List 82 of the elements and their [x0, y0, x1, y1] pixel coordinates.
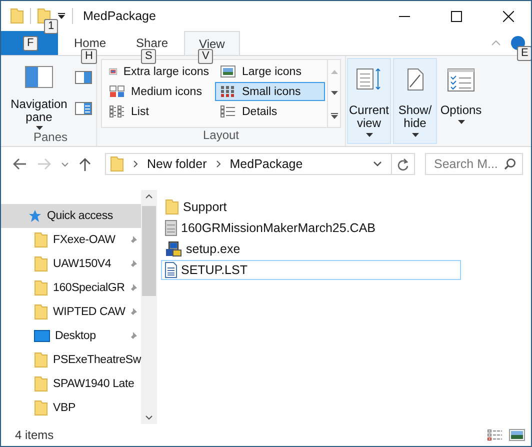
view-icon	[220, 85, 236, 98]
preview-pane-icon[interactable]	[75, 71, 92, 84]
caret-icon	[412, 133, 418, 137]
breadcrumb[interactable]: New folder	[147, 157, 207, 171]
navigation-pane-icon	[25, 66, 53, 88]
file-item[interactable]: Support	[161, 197, 461, 217]
scrollbar[interactable]	[141, 190, 157, 424]
caret-icon	[366, 133, 372, 137]
folder-icon	[34, 304, 48, 320]
ribbon-button[interactable]: Options	[439, 58, 483, 144]
back-icon[interactable]	[13, 158, 27, 170]
large-icons-view-icon[interactable]	[509, 429, 525, 441]
navigation-item[interactable]: Desktop	[1, 324, 141, 348]
caret-icon	[36, 126, 42, 130]
view-icon	[109, 105, 125, 118]
file-item[interactable]: 160GRMissionMakerMarch25.CAB	[161, 218, 461, 238]
key-tip: 1	[44, 19, 58, 34]
layout-option[interactable]: Large icons	[215, 62, 325, 81]
ribbon-button[interactable]: Show/ hide	[393, 58, 437, 144]
recent-locations-icon[interactable]	[61, 162, 69, 166]
navigation-item[interactable]: PSExeTheatreSw	[1, 348, 141, 372]
navigation-item[interactable]: 160SpecialGR	[1, 276, 141, 300]
folder-icon	[34, 256, 48, 272]
checklist-icon	[446, 67, 476, 93]
window-title: MedPackage	[83, 9, 156, 23]
expand-gallery-icon[interactable]	[330, 112, 338, 118]
layout-option[interactable]: List	[104, 102, 214, 121]
view-icon	[220, 65, 236, 78]
desktop-icon	[34, 330, 50, 342]
layout-option[interactable]: Small icons	[215, 82, 325, 101]
maximize-icon	[450, 10, 462, 22]
folder-icon	[110, 156, 124, 172]
folder-icon	[34, 280, 48, 296]
folder-icon	[34, 232, 48, 248]
details-view-icon[interactable]	[487, 429, 503, 441]
navigation-pane-button[interactable]: Navigation pane	[9, 59, 69, 130]
search-icon	[504, 158, 516, 170]
scroll-up-icon[interactable]	[145, 194, 153, 199]
folder-icon	[34, 352, 48, 368]
caret-icon	[458, 120, 464, 124]
key-tip: H	[81, 49, 97, 64]
key-tip: E	[517, 46, 531, 61]
navigation-item[interactable]: FXexe-OAW	[1, 228, 141, 252]
details-pane-icon[interactable]	[75, 102, 92, 115]
folder-icon	[10, 8, 24, 24]
scroll-down-icon[interactable]	[145, 415, 153, 420]
layout-option[interactable]: Details	[215, 102, 325, 121]
navigation-item[interactable]: Quick access	[1, 204, 141, 228]
folder-icon	[34, 376, 48, 392]
group-label: Layout	[202, 128, 240, 144]
refresh-icon	[397, 158, 409, 170]
key-tip: F	[23, 36, 38, 51]
search-field[interactable]: Search M...	[425, 153, 523, 175]
folder-icon	[34, 400, 48, 416]
key-tip: V	[198, 49, 214, 64]
navigation-item[interactable]: SPAW1940 Late	[1, 372, 141, 396]
navigation-item[interactable]: WIPTED CAW	[1, 300, 141, 324]
star-icon	[28, 209, 42, 223]
up-icon[interactable]	[79, 157, 91, 171]
file-item[interactable]: SETUP.LST	[161, 260, 461, 280]
address-bar[interactable]: New folder MedPackage	[105, 153, 415, 175]
chevron-icon[interactable]	[133, 160, 138, 168]
breadcrumb[interactable]: MedPackage	[230, 157, 303, 171]
navigation-item[interactable]: UAW150V4	[1, 252, 141, 276]
ribbon-button[interactable]: Current view	[347, 58, 391, 144]
file-item[interactable]: setup.exe	[161, 239, 461, 259]
chevron-icon[interactable]	[216, 160, 221, 168]
dropdown-icon[interactable]	[57, 12, 66, 20]
view-icon	[109, 85, 125, 98]
item-count: 4 items	[15, 428, 54, 442]
close-icon	[502, 10, 514, 22]
scroll-down-icon[interactable]	[330, 90, 338, 96]
text-file-icon	[165, 262, 177, 278]
key-tip: S	[141, 49, 156, 64]
cabinet-file-icon	[165, 220, 177, 236]
view-icon	[220, 105, 236, 118]
setup-program-icon	[165, 241, 182, 257]
group-label: Panes	[33, 130, 68, 146]
navigation-item[interactable]: VBP	[1, 396, 141, 420]
dropdown-icon[interactable]	[373, 161, 382, 167]
layout-option[interactable]: Medium icons	[104, 82, 214, 101]
folder-icon	[165, 199, 179, 215]
